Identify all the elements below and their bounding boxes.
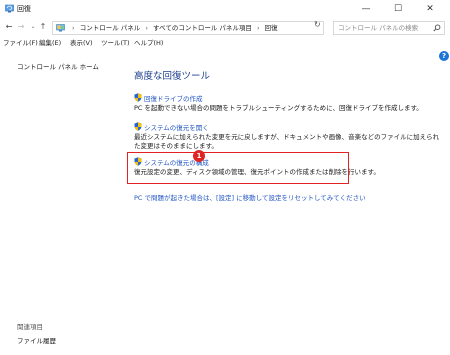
highlight-box bbox=[127, 152, 349, 184]
task-link-label[interactable]: 回復ドライブの作成 bbox=[144, 95, 203, 103]
maximize-button[interactable]: ☐ bbox=[382, 0, 414, 18]
breadcrumb: › コントロール パネル › すべてのコントロール パネル項目 › 回復 bbox=[69, 23, 278, 33]
menu-help[interactable]: ヘルプ(H) bbox=[134, 38, 163, 48]
breadcrumb-separator: › bbox=[145, 24, 148, 32]
breadcrumb-all-items[interactable]: すべてのコントロール パネル項目 bbox=[153, 24, 252, 32]
breadcrumb-separator: › bbox=[256, 24, 260, 32]
breadcrumb-separator: › bbox=[72, 24, 75, 32]
search-icon[interactable] bbox=[433, 24, 441, 32]
menu-edit[interactable]: 編集(E) bbox=[39, 38, 61, 48]
control-panel-icon bbox=[56, 24, 65, 32]
pc-reset-settings-link[interactable]: PC で問題が起きた場合は、[設定] に移動して設定をリセットしてみてください bbox=[134, 192, 366, 202]
task-description: PC を起動できない場合の問題をトラブルシューティングするために、回復ドライブを… bbox=[134, 104, 423, 112]
sidebar-link-control-panel-home[interactable]: コントロール パネル ホーム bbox=[17, 61, 99, 71]
page-title: 高度な回復ツール bbox=[134, 71, 211, 82]
task-description: 最近システムに加えられた変更を元に戻しますが、ドキュメントや画像、音楽などのファ… bbox=[134, 133, 440, 150]
refresh-button[interactable]: ↻ bbox=[314, 20, 321, 29]
task-link-label[interactable]: システムの復元を開く bbox=[144, 124, 209, 132]
forward-button[interactable]: → bbox=[15, 20, 27, 33]
minimize-button[interactable]: — bbox=[350, 0, 382, 18]
back-button[interactable]: ← bbox=[3, 20, 15, 33]
open-system-restore-link[interactable]: システムの復元を開く bbox=[134, 122, 444, 133]
help-icon[interactable]: ? bbox=[439, 51, 449, 61]
menu-bar: ファイル(F) 編集(E) 表示(V) ツール(T) ヘルプ(H) bbox=[0, 37, 450, 49]
create-recovery-drive-link[interactable]: 回復ドライブの作成 bbox=[134, 93, 423, 104]
title-bar: 回復 — ☐ ✕ bbox=[0, 0, 450, 18]
breadcrumb-recovery[interactable]: 回復 bbox=[265, 24, 278, 32]
uac-shield-icon bbox=[134, 93, 142, 102]
sidebar-link-file-history[interactable]: ファイル履歴 bbox=[17, 335, 56, 345]
window-title: 回復 bbox=[17, 5, 31, 13]
search-placeholder: コントロール パネルの検索 bbox=[338, 24, 419, 32]
step-badge: 1 bbox=[193, 150, 205, 162]
navigation-bar: ← → ⌄ ↑ › コントロール パネル › すべてのコントロール パネル項目 … bbox=[0, 18, 450, 36]
address-bar[interactable]: › コントロール パネル › すべてのコントロール パネル項目 › 回復 ⌄ bbox=[52, 21, 364, 35]
uac-shield-icon bbox=[134, 122, 142, 131]
breadcrumb-control-panel[interactable]: コントロール パネル bbox=[80, 24, 141, 32]
menu-tools[interactable]: ツール(T) bbox=[101, 38, 130, 48]
task-create-recovery-drive: 回復ドライブの作成 PC を起動できない場合の問題をトラブルシューティングするた… bbox=[134, 93, 423, 113]
related-items-heading: 関連項目 bbox=[17, 323, 43, 331]
recovery-icon bbox=[5, 4, 14, 13]
menu-view[interactable]: 表示(V) bbox=[70, 38, 93, 48]
up-button[interactable]: ↑ bbox=[37, 20, 49, 33]
menu-file[interactable]: ファイル(F) bbox=[3, 38, 38, 48]
close-button[interactable]: ✕ bbox=[414, 0, 446, 18]
search-input[interactable]: コントロール パネルの検索 bbox=[333, 21, 445, 35]
task-open-system-restore: システムの復元を開く 最近システムに加えられた変更を元に戻しますが、ドキュメント… bbox=[134, 122, 444, 151]
